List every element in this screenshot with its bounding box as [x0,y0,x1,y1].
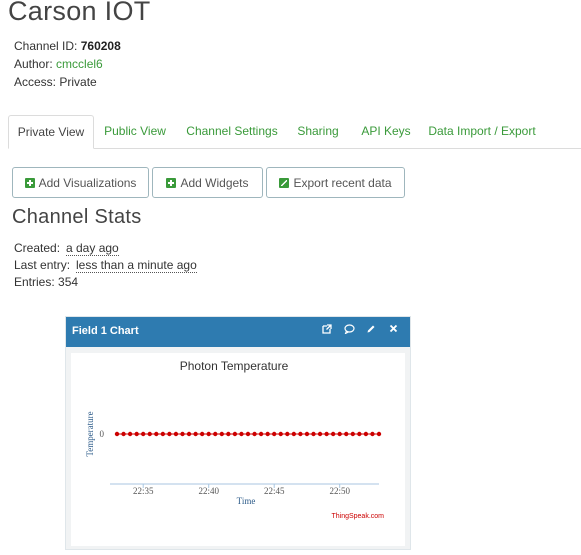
data-point[interactable] [252,431,257,437]
stat-entries: Entries: 354 [14,275,78,289]
data-point[interactable] [193,431,198,437]
data-point[interactable] [265,431,270,437]
data-point[interactable] [298,431,303,437]
data-point[interactable] [173,431,179,437]
series-points [114,431,382,437]
channel-id-label: Channel ID: [14,39,78,53]
channel-stats-heading: Channel Stats [12,206,142,228]
plus-icon [166,177,177,188]
entries-label: Entries: [14,275,55,289]
data-point[interactable] [226,431,231,437]
access-label: Access: [14,75,57,89]
data-point[interactable] [206,431,211,437]
stat-created: Created: a day ago [14,241,119,256]
channel-access: Access: Private [14,75,97,89]
data-point[interactable] [304,431,310,437]
data-point[interactable] [154,431,159,437]
widget-header: Field 1 Chart [66,317,410,347]
tab-api-keys[interactable]: API Keys [356,115,416,148]
data-point[interactable] [376,431,382,437]
data-point[interactable] [344,431,349,437]
data-point[interactable] [363,431,369,437]
created-label: Created: [14,241,61,255]
data-point[interactable] [239,431,244,437]
export-recent-data-button[interactable]: Export recent data [266,167,405,198]
data-point[interactable] [160,431,166,437]
channel-title: Carson IOT [8,0,151,26]
data-point[interactable] [141,431,146,437]
comment-icon[interactable] [344,324,355,335]
data-point[interactable] [324,431,329,437]
external-link-icon[interactable] [322,324,332,335]
x-tick-label: 22:40 [198,486,219,496]
data-point[interactable] [370,431,375,437]
data-point[interactable] [147,431,152,437]
data-point[interactable] [272,431,277,437]
author-label: Author: [14,57,53,71]
data-point[interactable] [311,431,316,437]
created-value: a day ago [66,241,119,256]
add-visualizations-label: Add Visualizations [38,175,137,190]
data-point[interactable] [245,431,251,437]
export-recent-data-label: Export recent data [293,175,392,190]
data-point[interactable] [330,431,336,437]
channel-tabs: Private View Public View Channel Setting… [8,115,581,149]
data-point[interactable] [180,431,185,437]
data-point[interactable] [337,431,342,437]
data-point[interactable] [121,431,126,437]
chart-container: Photon Temperature Temperature Time Thin… [71,353,405,546]
data-point[interactable] [258,431,264,437]
data-point[interactable] [134,431,139,437]
y-tick-label: 0 [100,429,105,439]
x-tick-label: 22:35 [133,486,154,496]
widget-toolbar [322,324,398,335]
widget-title: Field 1 Chart [72,325,139,337]
chart-title: Photon Temperature [180,359,289,373]
data-point[interactable] [127,431,133,437]
tab-private-view[interactable]: Private View [8,115,94,149]
plus-icon [24,177,35,188]
tab-data-import-export[interactable]: Data Import / Export [426,115,538,148]
export-icon [279,177,290,188]
data-point[interactable] [278,431,283,437]
last-entry-label: Last entry: [14,258,71,272]
data-point[interactable] [350,431,355,437]
data-point[interactable] [219,431,224,437]
data-point[interactable] [357,431,362,437]
data-point[interactable] [199,431,205,437]
last-entry-value: less than a minute ago [76,258,197,273]
stat-last-entry: Last entry: less than a minute ago [14,258,197,273]
y-ticks: 0 [100,429,105,439]
pencil-icon[interactable] [366,324,376,335]
tab-public-view[interactable]: Public View [96,115,174,148]
close-icon[interactable] [388,324,398,335]
entries-value: 354 [58,275,79,289]
data-point[interactable] [285,431,290,437]
x-ticks: 22:35 22:40 22:45 22:50 [133,484,350,496]
data-point[interactable] [114,431,120,437]
tab-sharing[interactable]: Sharing [292,115,344,148]
data-point[interactable] [186,431,192,437]
x-tick-label: 22:50 [329,486,350,496]
x-axis-label: Time [237,496,256,506]
channel-author: Author: cmcclel6 [14,57,103,71]
y-axis-label: Temperature [85,411,95,456]
data-point[interactable] [232,431,238,437]
tab-channel-settings[interactable]: Channel Settings [184,115,280,148]
thingspeak-credit[interactable]: ThingSpeak.com [331,513,384,520]
temperature-chart[interactable]: Photon Temperature Temperature Time Thin… [71,353,405,546]
add-widgets-label: Add Widgets [180,175,249,190]
channel-id-value: 760208 [80,39,121,53]
add-visualizations-button[interactable]: Add Visualizations [12,167,149,198]
data-point[interactable] [213,431,218,437]
data-point[interactable] [291,431,297,437]
data-point[interactable] [167,431,172,437]
channel-id: Channel ID: 760208 [14,39,121,53]
access-value: Private [59,75,97,89]
field-1-chart-widget: Field 1 Chart Photon Temperature Tempera… [65,316,411,550]
data-point[interactable] [317,431,323,437]
author-link[interactable]: cmcclel6 [56,57,103,71]
add-widgets-button[interactable]: Add Widgets [152,167,263,198]
x-tick-label: 22:45 [264,486,285,496]
